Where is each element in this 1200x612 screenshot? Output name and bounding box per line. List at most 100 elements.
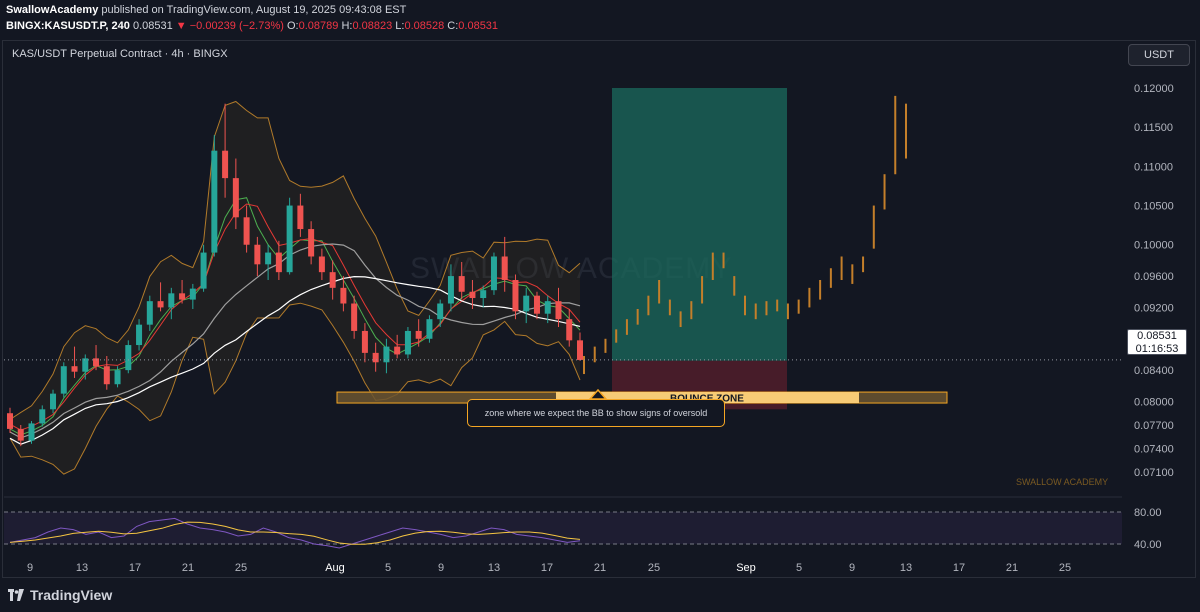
candle-body bbox=[136, 324, 143, 346]
y-tick-label: 0.07100 bbox=[1134, 467, 1174, 479]
y-tick-label: 0.08000 bbox=[1134, 396, 1174, 408]
candle-body bbox=[114, 370, 121, 385]
candle-body bbox=[286, 205, 293, 273]
rsi-band bbox=[4, 512, 1122, 544]
y-tick-label: 0.10500 bbox=[1134, 201, 1174, 213]
candle-body bbox=[426, 319, 433, 339]
x-tick-label: 25 bbox=[648, 562, 660, 574]
candle bbox=[286, 197, 293, 275]
x-tick-label: 9 bbox=[27, 562, 33, 574]
candle-body bbox=[125, 345, 132, 371]
candle-body bbox=[308, 229, 315, 257]
candle bbox=[211, 135, 218, 257]
candle-body bbox=[265, 252, 272, 265]
footer-bar bbox=[0, 580, 1200, 612]
candle-body bbox=[577, 340, 583, 360]
candle-body bbox=[254, 244, 261, 265]
candle-body bbox=[351, 303, 358, 331]
x-tick-label: 5 bbox=[385, 562, 391, 574]
candle-body bbox=[415, 330, 422, 339]
x-tick-label: 13 bbox=[488, 562, 500, 574]
candle-body bbox=[275, 252, 282, 273]
candle-body bbox=[28, 423, 35, 441]
price-tag-value: 0.08531 bbox=[1137, 330, 1177, 342]
oversold-callout: zone where we expect the BB to show sign… bbox=[467, 399, 725, 427]
y-tick-label: 0.09600 bbox=[1134, 271, 1174, 283]
candle-body bbox=[329, 272, 336, 288]
y-tick-label: 0.07700 bbox=[1134, 420, 1174, 432]
y-tick-label: 0.12000 bbox=[1134, 83, 1174, 95]
candle-body bbox=[60, 366, 67, 394]
candle-body bbox=[458, 276, 465, 292]
candle-body bbox=[533, 295, 540, 314]
candle-body bbox=[200, 252, 207, 289]
candle-body bbox=[544, 301, 551, 314]
candle-body bbox=[103, 366, 110, 385]
chart-title: KAS/USDT Perpetual Contract · 4h · BINGX bbox=[12, 48, 228, 60]
y-tick-label: 0.07400 bbox=[1134, 443, 1174, 455]
candle-body bbox=[211, 150, 218, 253]
x-tick-label: 13 bbox=[900, 562, 912, 574]
candle-body bbox=[480, 290, 487, 299]
x-tick-label: 5 bbox=[796, 562, 802, 574]
candle bbox=[60, 362, 67, 398]
tradingview-brand[interactable]: TradingView bbox=[8, 587, 112, 603]
y-tick-label: 0.10000 bbox=[1134, 240, 1174, 252]
candle-body bbox=[555, 301, 562, 320]
currency-button[interactable]: USDT bbox=[1128, 44, 1190, 66]
candle bbox=[404, 327, 411, 359]
candle-body bbox=[189, 288, 196, 300]
candle-body bbox=[71, 366, 78, 372]
candle-body bbox=[50, 393, 57, 410]
candle-body bbox=[361, 330, 368, 353]
y-tick-label: 0.11000 bbox=[1134, 161, 1173, 173]
candle-body bbox=[469, 291, 476, 299]
candle-body bbox=[437, 303, 444, 320]
candle bbox=[426, 315, 433, 343]
price-tag-countdown: 01:16:53 bbox=[1135, 343, 1179, 355]
x-tick-label: 9 bbox=[438, 562, 444, 574]
candle-body bbox=[243, 217, 250, 245]
x-tick-label: 17 bbox=[541, 562, 553, 574]
candle-body bbox=[512, 280, 519, 312]
candle-body bbox=[447, 276, 454, 304]
last-price-tag: 0.08531 01:16:53 bbox=[1127, 329, 1187, 355]
y-tick-label: 0.11500 bbox=[1134, 122, 1173, 134]
candle-body bbox=[523, 295, 530, 312]
candle-body bbox=[222, 150, 229, 179]
candle-body bbox=[17, 428, 24, 441]
y-tick-label: 0.09200 bbox=[1134, 302, 1174, 314]
candle-body bbox=[146, 301, 153, 325]
x-tick-label: 25 bbox=[235, 562, 247, 574]
corner-watermark: SWALLOW ACADEMY bbox=[1016, 477, 1109, 487]
candle-body bbox=[501, 256, 508, 280]
candle bbox=[125, 340, 132, 374]
position-boxes bbox=[612, 88, 787, 410]
rsi-tick-label: 80.00 bbox=[1134, 507, 1162, 519]
x-tick-label: 9 bbox=[849, 562, 855, 574]
candle-body bbox=[168, 293, 175, 308]
candle-body bbox=[297, 205, 304, 230]
candle-body bbox=[179, 293, 186, 300]
x-tick-label: 25 bbox=[1059, 562, 1071, 574]
rsi-tick-label: 40.00 bbox=[1134, 539, 1162, 551]
y-tick-label: 0.08400 bbox=[1134, 365, 1174, 377]
chart-canvas[interactable]: BOUNCE ZONE 0.120000.115000.110000.10500… bbox=[0, 0, 1200, 612]
candle bbox=[490, 252, 497, 295]
candle-body bbox=[7, 413, 13, 429]
x-tick-label: 21 bbox=[1006, 562, 1018, 574]
x-tick-label: 21 bbox=[182, 562, 194, 574]
candle-body bbox=[318, 256, 325, 273]
tradingview-logo-icon bbox=[8, 589, 24, 601]
x-tick-label: 17 bbox=[129, 562, 141, 574]
x-tick-label: Aug bbox=[325, 562, 345, 574]
candle-body bbox=[372, 352, 379, 363]
candle bbox=[28, 421, 35, 444]
brand-label: TradingView bbox=[30, 587, 113, 603]
candle-body bbox=[82, 358, 89, 372]
candle-body bbox=[157, 301, 164, 308]
x-tick-label: 17 bbox=[953, 562, 965, 574]
candle-body bbox=[39, 409, 46, 424]
candle-body bbox=[490, 256, 497, 291]
candle-body bbox=[232, 178, 239, 218]
